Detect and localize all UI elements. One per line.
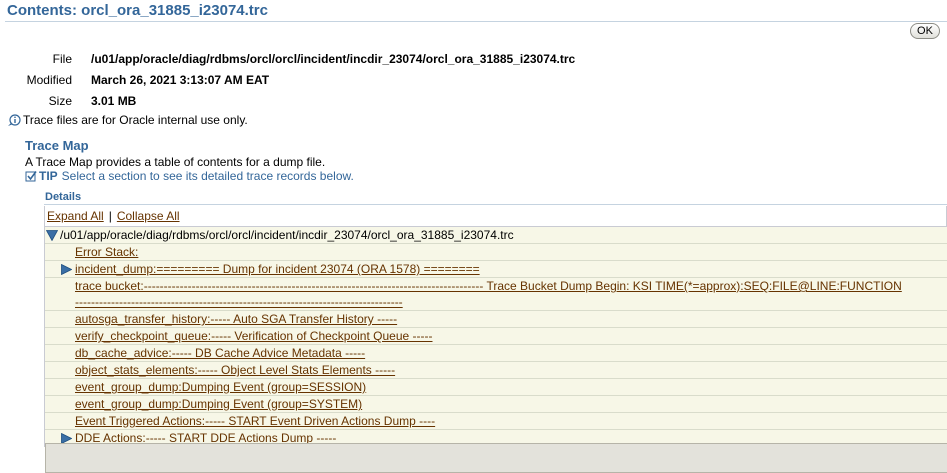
tree-node-link[interactable]: event_group_dump:Dumping Event (group=SE… [75, 380, 366, 394]
tree-node-link[interactable]: trace bucket:---------------------------… [75, 278, 947, 294]
size-label: Size [48, 94, 72, 108]
info-icon [8, 113, 21, 126]
expand-all-link[interactable]: Expand All [47, 209, 104, 223]
details-heading: Details [45, 191, 82, 203]
tree-row: db_cache_advice:----- DB Cache Advice Me… [45, 345, 947, 362]
file-label: File [52, 52, 72, 66]
tree-node-link[interactable]: Event Triggered Actions:----- START Even… [75, 414, 435, 428]
expand-triangle-icon[interactable] [61, 264, 72, 275]
ok-button[interactable]: OK [910, 23, 940, 39]
title-divider [5, 21, 947, 22]
tree-row: event_group_dump:Dumping Event (group=SY… [45, 396, 947, 413]
modified-value: March 26, 2021 3:13:07 AM EAT [91, 73, 270, 87]
trace-map-tree: /u01/app/oracle/diag/rdbms/orcl/orcl/inc… [44, 226, 947, 447]
modified-label: Modified [26, 73, 72, 87]
tree-row: event_group_dump:Dumping Event (group=SE… [45, 379, 947, 396]
tree-node-link[interactable]: event_group_dump:Dumping Event (group=SY… [75, 397, 362, 411]
tree-toolbar: Expand All | Collapse All [44, 206, 947, 226]
tree-node-link[interactable]: Error Stack: [75, 245, 138, 259]
tree-node-link[interactable]: verify_checkpoint_queue:----- Verificati… [75, 329, 433, 343]
tree-root-row: /u01/app/oracle/diag/rdbms/orcl/orcl/inc… [45, 227, 947, 244]
tree-row: trace bucket:---------------------------… [45, 278, 947, 311]
collapse-triangle-icon[interactable] [46, 230, 58, 241]
page-title: Contents: orcl_ora_31885_i23074.trc [7, 2, 268, 19]
toolbar-separator: | [108, 209, 112, 223]
tree-row: Error Stack: [45, 244, 947, 261]
tree-node-link[interactable]: db_cache_advice:----- DB Cache Advice Me… [75, 346, 365, 360]
tree-row: Event Triggered Actions:----- START Even… [45, 413, 947, 430]
tree-row: object_stats_elements:----- Object Level… [45, 362, 947, 379]
checkmark-icon [25, 171, 37, 182]
tree-row: autosga_transfer_history:----- Auto SGA … [45, 311, 947, 328]
details-divider [44, 204, 947, 205]
note-text: Trace files are for Oracle internal use … [23, 113, 248, 127]
trace-records-panel [45, 443, 947, 473]
trace-map-description: A Trace Map provides a table of contents… [25, 155, 326, 169]
tree-node-link[interactable]: object_stats_elements:----- Object Level… [75, 363, 395, 377]
tree-row: incident_dump:========= Dump for inciden… [45, 261, 947, 278]
size-value: 3.01 MB [91, 94, 137, 108]
tip-text: Select a section to see its detailed tra… [61, 169, 354, 183]
tree-node-link[interactable]: autosga_transfer_history:----- Auto SGA … [75, 312, 397, 326]
collapse-all-link[interactable]: Collapse All [117, 209, 180, 223]
tree-row: verify_checkpoint_queue:----- Verificati… [45, 328, 947, 345]
file-value: /u01/app/oracle/diag/rdbms/orcl/orcl/inc… [91, 52, 576, 66]
tip-line: TIP Select a section to see its detailed… [25, 169, 354, 183]
tree-node-link-continuation[interactable]: ----------------------------------------… [75, 294, 947, 310]
tree-root-path: /u01/app/oracle/diag/rdbms/orcl/orcl/inc… [60, 228, 514, 242]
tree-node-link[interactable]: incident_dump:========= Dump for inciden… [75, 262, 480, 276]
trace-map-heading: Trace Map [25, 138, 89, 153]
tip-label: TIP [39, 169, 58, 183]
internal-use-note: Trace files are for Oracle internal use … [7, 113, 248, 127]
